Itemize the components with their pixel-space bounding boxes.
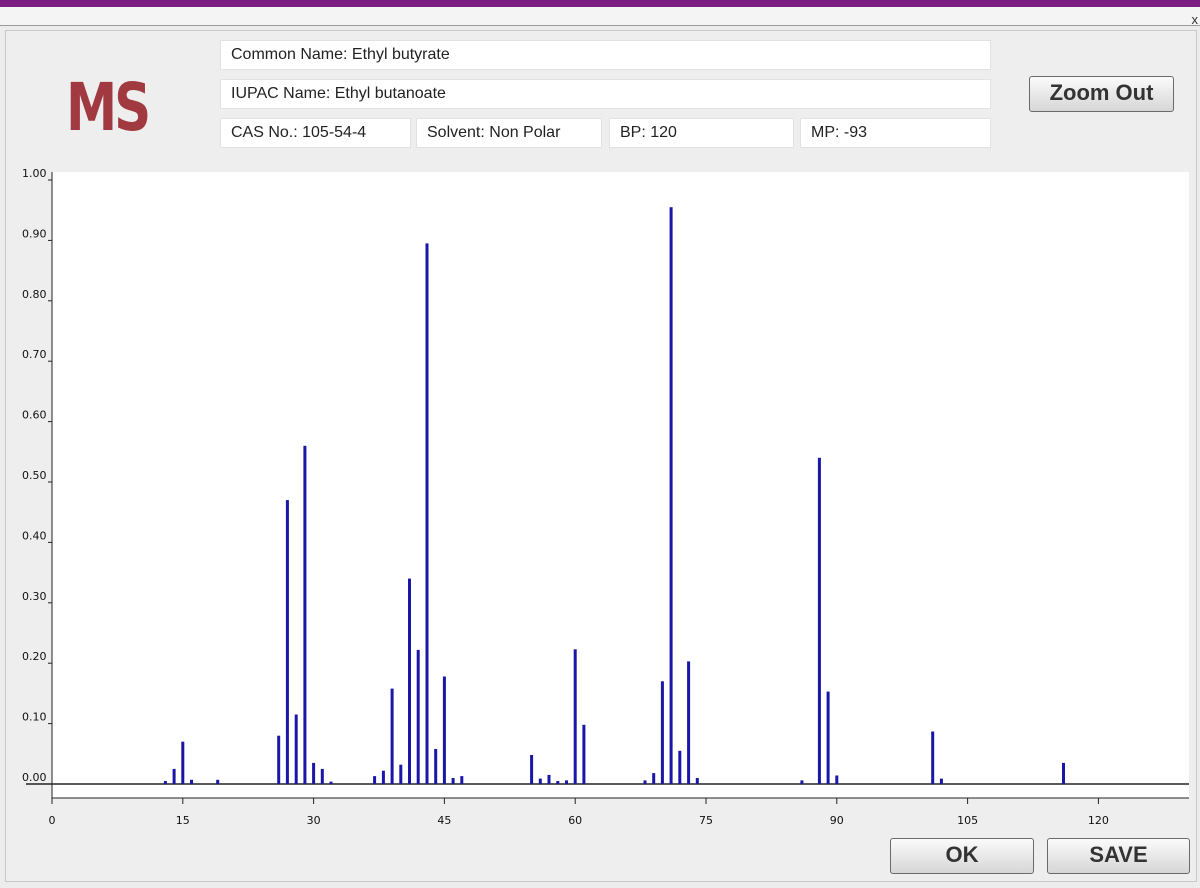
- spectrum-bar: [373, 776, 377, 784]
- y-tick-label: 0.20: [22, 650, 47, 663]
- y-tick-label: 0.00: [22, 771, 47, 784]
- spectrum-bar: [442, 676, 446, 784]
- spectrum-bar: [530, 755, 534, 784]
- y-tick-labels: 0.00 0.10 0.20 0.30 0.40 0.50 0.60 0.70 0.80 0.90…: [22, 167, 52, 785]
- spectrum-bar: [643, 780, 647, 784]
- x-tick-label: 0: [49, 814, 56, 827]
- spectrum-bar: [312, 762, 316, 784]
- spectrum-bar: [303, 445, 307, 784]
- spectrum-bar: [800, 780, 804, 784]
- spectrum-bar: [285, 500, 289, 784]
- spectrum-bar: [556, 781, 560, 784]
- y-tick-label: 0.50: [22, 469, 47, 482]
- spectrum-bar: [434, 749, 438, 784]
- spectrum-bar: [687, 661, 691, 784]
- spectrum-bar: [451, 778, 455, 784]
- spectrum-bar: [381, 770, 385, 784]
- save-button[interactable]: SAVE: [1047, 838, 1190, 874]
- spectrum-bar: [460, 776, 464, 784]
- spectrum-bar: [695, 778, 699, 784]
- x-tick-label: 60: [568, 814, 582, 827]
- x-tick-label: 120: [1088, 814, 1109, 827]
- spectrum-bar: [817, 457, 821, 784]
- spectrum-bar: [294, 714, 298, 784]
- spectrum-bar: [190, 779, 193, 784]
- y-tick-label: 0.40: [22, 529, 47, 542]
- y-tick-label: 0.60: [22, 409, 47, 422]
- spectrum-bar: [547, 774, 551, 784]
- spectrum-bar: [565, 780, 568, 784]
- spectrum-bar: [835, 775, 839, 784]
- spectrum-bar: [1062, 762, 1065, 784]
- ok-button[interactable]: OK: [890, 838, 1034, 874]
- spectrum-bar: [573, 649, 577, 784]
- spectrum-bar: [399, 764, 403, 784]
- spectrum-bar: [277, 735, 281, 784]
- spectrum-bar: [216, 779, 220, 784]
- spectrum-bar: [582, 724, 586, 784]
- plot-area: [52, 172, 1189, 798]
- spectrum-bar: [538, 778, 542, 784]
- spectrum-bar: [939, 778, 943, 784]
- x-tick-labels: 0 15 30 45 60 75 90 105 120: [49, 798, 1109, 827]
- spectrum-bar: [669, 207, 673, 784]
- x-tick-label: 15: [176, 814, 190, 827]
- spectrum-bar: [678, 750, 682, 784]
- spectrum-bar: [931, 731, 935, 784]
- y-tick-label: 0.70: [22, 348, 47, 361]
- spectrum-bar: [408, 578, 411, 784]
- mass-spectrum-chart: 0.00 0.10 0.20 0.30 0.40 0.50 0.60 0.70 0.80 0.90…: [22, 167, 1189, 827]
- spectrum-bar: [320, 768, 324, 784]
- y-tick-label: 0.80: [22, 288, 47, 301]
- y-tick-label: 0.10: [22, 711, 47, 724]
- spectrum-bar: [172, 768, 176, 784]
- spectrum-bar: [826, 691, 830, 784]
- spectrum-bar: [390, 688, 394, 784]
- y-tick-label: 0.30: [22, 590, 47, 603]
- spectrum-bar: [163, 781, 167, 784]
- x-tick-label: 90: [830, 814, 844, 827]
- spectrum-bar: [660, 681, 664, 784]
- y-tick-label: 1.00: [22, 167, 47, 180]
- x-tick-label: 75: [699, 814, 713, 827]
- y-tick-label: 0.90: [22, 227, 47, 240]
- x-tick-label: 105: [957, 814, 978, 827]
- x-tick-label: 30: [307, 814, 321, 827]
- spectrum-bar: [425, 243, 429, 784]
- spectrum-bar: [416, 649, 420, 784]
- x-tick-label: 45: [437, 814, 451, 827]
- spectrum-bar: [181, 741, 185, 784]
- spectrum-bar: [652, 773, 656, 784]
- spectrum-bar: [329, 781, 333, 784]
